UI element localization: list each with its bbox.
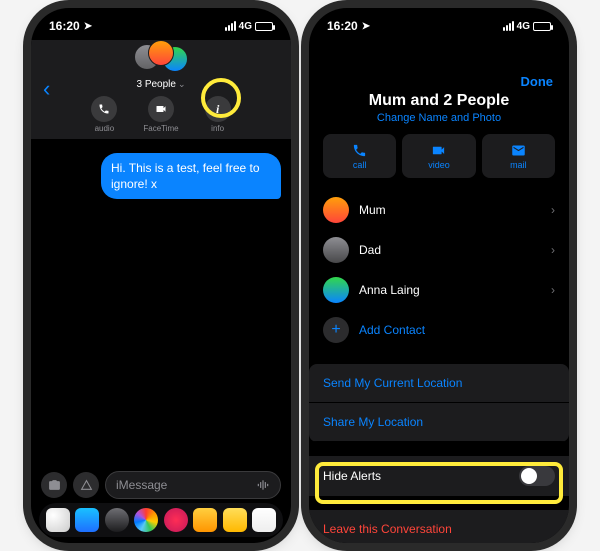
notch: [101, 8, 221, 32]
conversation-info-panel: Done Mum and 2 People Change Name and Ph…: [309, 38, 569, 543]
dock-app[interactable]: [134, 508, 158, 532]
phone-icon: [98, 103, 110, 115]
apps-button[interactable]: [73, 472, 99, 498]
hide-alerts-label: Hide Alerts: [323, 469, 381, 483]
camera-button[interactable]: [41, 472, 67, 498]
chevron-right-icon: ›: [551, 243, 555, 257]
message-input-row: iMessage: [31, 471, 291, 499]
app-dock: [39, 503, 283, 537]
dock-app[interactable]: [105, 508, 129, 532]
video-icon: [155, 103, 167, 115]
camera-icon: [48, 479, 61, 492]
contact-row[interactable]: Dad ›: [323, 230, 555, 270]
add-contact-label: Add Contact: [359, 323, 425, 337]
contact-row[interactable]: Anna Laing ›: [323, 270, 555, 310]
chevron-right-icon: ›: [551, 203, 555, 217]
waveform-icon: [256, 478, 270, 492]
done-button[interactable]: Done: [521, 74, 554, 89]
chevron-right-icon: ›: [551, 283, 555, 297]
avatar: [323, 197, 349, 223]
back-button[interactable]: ‹: [43, 76, 50, 102]
dock-app[interactable]: [252, 508, 276, 532]
network-label: 4G: [517, 21, 530, 32]
video-icon: [431, 143, 446, 158]
info-icon: i: [216, 102, 219, 117]
iphone-info-screen: 16:20 ➤ 4G Done Mum and 2 People Change …: [309, 8, 569, 543]
signal-icon: [225, 21, 236, 31]
location-arrow-icon: ➤: [84, 21, 92, 32]
dock-app[interactable]: [223, 508, 247, 532]
battery-icon: [533, 22, 551, 31]
notch: [379, 8, 499, 32]
messages-header: ‹ 3 People⌄ audio FaceTime: [31, 40, 291, 139]
location-arrow-icon: ➤: [362, 21, 370, 32]
dock-app[interactable]: [46, 508, 70, 532]
facetime-button[interactable]: FaceTime: [143, 96, 178, 133]
audio-label: audio: [95, 124, 115, 133]
facetime-label: FaceTime: [143, 124, 178, 133]
leave-conversation-button[interactable]: Leave this Conversation: [309, 510, 569, 543]
message-placeholder: iMessage: [116, 478, 167, 492]
chat-body[interactable]: Hi. This is a test, feel free to ignore!…: [31, 139, 291, 209]
status-time: 16:20: [49, 19, 80, 33]
group-title-text: 3 People: [136, 79, 175, 90]
message-input[interactable]: iMessage: [105, 471, 281, 499]
group-title[interactable]: 3 People⌄: [31, 79, 291, 90]
avatar: [323, 277, 349, 303]
plus-icon: +: [323, 317, 349, 343]
group-name: Mum and 2 People: [309, 92, 569, 110]
dock-app[interactable]: [164, 508, 188, 532]
mail-label: mail: [510, 160, 527, 170]
dictation-button[interactable]: [256, 478, 270, 492]
contact-name: Dad: [359, 243, 541, 257]
contact-list: Mum › Dad › Anna Laing › + Add Contact: [309, 190, 569, 350]
dock-app[interactable]: [75, 508, 99, 532]
audio-button[interactable]: audio: [91, 96, 117, 133]
share-location-button[interactable]: Share My Location: [309, 403, 569, 442]
avatar: [148, 40, 174, 66]
avatar: [323, 237, 349, 263]
video-label: video: [428, 160, 450, 170]
battery-icon: [255, 22, 273, 31]
dock-app[interactable]: [193, 508, 217, 532]
info-label: info: [211, 124, 224, 133]
appstore-icon: [80, 479, 93, 492]
sent-message-bubble[interactable]: Hi. This is a test, feel free to ignore!…: [101, 153, 281, 199]
status-time: 16:20: [327, 19, 358, 33]
iphone-messages-screen: 16:20 ➤ 4G ‹ 3 People⌄ audio: [31, 8, 291, 543]
contact-name: Mum: [359, 203, 541, 217]
call-label: call: [353, 160, 367, 170]
change-name-photo-link[interactable]: Change Name and Photo: [309, 112, 569, 124]
hide-alerts-row: Hide Alerts: [309, 456, 569, 496]
info-button[interactable]: i info: [205, 96, 231, 133]
send-location-button[interactable]: Send My Current Location: [309, 364, 569, 403]
contact-name: Anna Laing: [359, 283, 541, 297]
video-button[interactable]: video: [402, 134, 475, 178]
phone-icon: [352, 143, 367, 158]
group-avatars[interactable]: [31, 40, 291, 76]
mail-button[interactable]: mail: [482, 134, 555, 178]
mail-icon: [511, 143, 526, 158]
call-button[interactable]: call: [323, 134, 396, 178]
signal-icon: [503, 21, 514, 31]
add-contact-button[interactable]: + Add Contact: [323, 310, 555, 350]
network-label: 4G: [239, 21, 252, 32]
hide-alerts-toggle[interactable]: [519, 466, 555, 486]
chevron-down-icon: ⌄: [178, 79, 186, 89]
contact-row[interactable]: Mum ›: [323, 190, 555, 230]
